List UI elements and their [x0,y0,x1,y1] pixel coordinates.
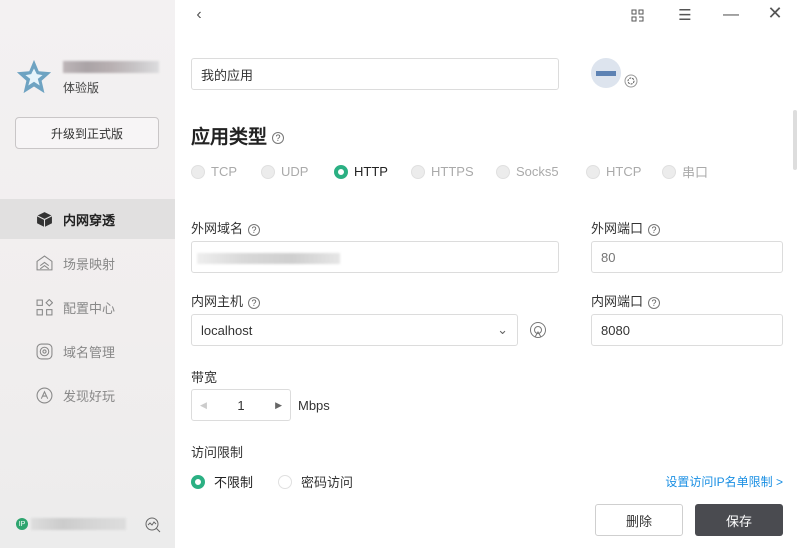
radio-icon [586,164,600,179]
ip-whitelist-link[interactable]: 设置访问IP名单限制 > [665,473,783,490]
back-icon[interactable]: ‹ [189,6,209,24]
sidebar-item-label: 内网穿透 [63,212,116,228]
sidebar-item-scene[interactable]: 场景映射 [0,243,175,283]
radio-icon [496,164,510,179]
sidebar-item-domain[interactable]: 域名管理 [0,331,175,371]
grid-icon [36,298,53,315]
label-text: 外网端口 [591,221,644,236]
help-icon[interactable]: ? [248,223,261,236]
label-text: 内网主机 [191,294,244,309]
scrollbar[interactable] [793,110,797,170]
bandwidth-unit: Mbps [298,398,330,413]
scene-icon [36,254,53,270]
type-label: Socks5 [516,164,559,179]
ip-status: IP [16,518,126,530]
label-text: 内网端口 [591,294,644,309]
discover-icon [36,387,53,403]
sidebar-item-label: 场景映射 [63,256,116,272]
option-label: 密码访问 [301,475,354,490]
radio-icon [261,164,275,179]
host-scan-icon[interactable] [529,321,547,339]
option-label: 不限制 [214,475,254,490]
save-button[interactable]: 保存 [695,504,783,536]
internal-port-input[interactable] [591,314,783,346]
help-icon[interactable]: ? [248,296,261,309]
type-label: HTTPS [431,164,474,179]
radio-checked-icon [191,474,205,489]
sidebar: 体验版 升级到正式版 内网穿透 场景映射 配置中心 域名管理 发现好玩 IP [0,0,175,548]
internal-host-label: 内网主机? [191,291,261,310]
bandwidth-stepper[interactable]: ◀ 1 ▶ [191,389,291,421]
chevron-down-icon: ⌄ [497,322,508,337]
sidebar-item-label: 域名管理 [63,344,116,360]
sidebar-item-label: 发现好玩 [63,388,116,404]
main-panel: ‹ ☰ — ✕ 应用类型? TCP UDP HTTP HTTPS Socks5 … [175,0,799,548]
sidebar-item-discover[interactable]: 发现好玩 [0,375,175,415]
access-limit-label: 访问限制 [191,445,244,460]
sidebar-item-intranet[interactable]: 内网穿透 [0,199,175,239]
external-port-input[interactable] [591,241,783,273]
external-port-label: 外网端口? [591,218,661,237]
access-password[interactable]: 密码访问 [278,472,353,491]
close-icon[interactable]: ✕ [765,3,785,24]
edition-label: 体验版 [63,81,100,95]
section-title-text: 应用类型 [191,127,268,148]
sidebar-item-label: 配置中心 [63,300,116,316]
type-label: 串口 [682,165,709,180]
username-redacted [63,61,159,73]
menu-icon[interactable]: ☰ [675,6,695,24]
type-label: TCP [211,164,237,179]
bandwidth-label: 带宽 [191,370,218,385]
internal-port-label: 内网端口? [591,291,661,310]
cube-icon [36,211,53,227]
network-diagnose-icon[interactable] [145,517,161,533]
app-icon-selector[interactable] [589,57,639,93]
internal-host-value: localhost [201,322,253,338]
external-domain-label: 外网域名? [191,218,261,237]
type-udp[interactable]: UDP [261,162,334,181]
app-name-input[interactable] [191,58,559,90]
ip-badge: IP [16,518,28,530]
delete-button[interactable]: 删除 [595,504,683,536]
star-avatar-icon [16,59,52,94]
help-icon[interactable]: ? [648,296,661,309]
app-type-radio-group: TCP UDP HTTP HTTPS Socks5 HTCP 串口 [191,162,708,181]
type-label: HTTP [354,164,388,179]
increment-icon[interactable]: ▶ [275,400,282,411]
access-unlimited[interactable]: 不限制 [191,472,253,491]
help-icon[interactable]: ? [272,131,285,144]
type-label: HTCP [606,164,642,179]
radio-checked-icon [334,164,348,179]
label-text: 外网域名 [191,221,244,236]
type-serial[interactable]: 串口 [662,162,708,181]
radio-icon [662,164,676,179]
upgrade-button[interactable]: 升级到正式版 [15,117,159,149]
radio-icon [278,474,292,489]
type-htcp[interactable]: HTCP [586,162,662,181]
internal-host-select[interactable]: localhost ⌄ [191,314,518,346]
type-socks5[interactable]: Socks5 [496,162,586,181]
ip-redacted [31,518,126,530]
type-tcp[interactable]: TCP [191,162,261,181]
decrement-icon[interactable]: ◀ [200,400,207,411]
type-https[interactable]: HTTPS [411,162,496,181]
type-label: UDP [281,164,309,179]
qrcode-icon[interactable] [631,9,644,22]
radio-icon [411,164,425,179]
section-title: 应用类型? [191,122,285,149]
bandwidth-value: 1 [237,397,245,413]
domain-icon [36,343,53,359]
domain-redacted [197,253,340,264]
type-http[interactable]: HTTP [334,162,411,181]
help-icon[interactable]: ? [648,223,661,236]
minimize-icon[interactable]: — [721,6,741,24]
radio-icon [191,164,205,179]
sidebar-item-config[interactable]: 配置中心 [0,287,175,327]
